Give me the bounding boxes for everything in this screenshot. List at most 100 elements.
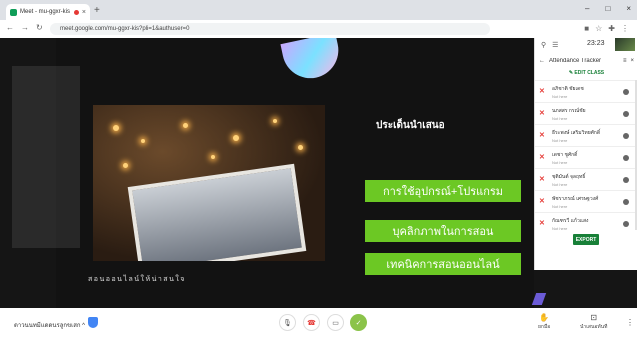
student-name: ชุติมันต์ จุลฤทธิ์	[552, 173, 586, 180]
slide-item-2: บุคลิกภาพในการสอน	[365, 220, 521, 242]
clock: 23:23	[587, 40, 605, 47]
meeting-name[interactable]: ดาวนนทมีแดดนรลูกขเสก ^	[14, 320, 85, 330]
status-toggle-icon[interactable]	[623, 88, 629, 95]
edit-class-label: EDIT CLASS	[574, 70, 605, 76]
menu-icon[interactable]: ⋮	[621, 24, 629, 33]
status-toggle-icon[interactable]	[623, 154, 629, 161]
present-label: นำเสนอทันที	[580, 324, 608, 330]
student-text: ชุติมันต์ จุลฤทธิ์ Not here	[552, 173, 623, 187]
absent-x-icon: ✕	[539, 132, 545, 139]
security-shield-icon[interactable]	[88, 317, 98, 328]
student-text: นภสสร กรณ์ชัย Not here	[552, 107, 623, 121]
close-icon[interactable]: ×	[630, 58, 634, 64]
raise-hand-label: ยกมือ	[538, 324, 551, 330]
window-controls: – □ ×	[585, 4, 631, 13]
student-text: กัณฑรวี แก้วแสง Not here	[552, 217, 623, 231]
student-row[interactable]: ✕ เดชา ชูศักดิ์ Not here	[535, 146, 635, 168]
new-tab-button[interactable]: +	[94, 5, 100, 16]
maximize-button[interactable]: □	[605, 4, 610, 13]
camera-button[interactable]: ▭	[327, 314, 344, 331]
decorative-lens-shape	[280, 38, 344, 84]
minimize-button[interactable]: –	[585, 4, 589, 13]
back-icon[interactable]: ←	[6, 23, 14, 32]
close-window-button[interactable]: ×	[626, 4, 631, 13]
browser-tab[interactable]: Meet - mu-ggxr-kis ×	[6, 4, 90, 20]
meet-favicon-icon	[10, 8, 17, 16]
student-status: Not here	[552, 181, 568, 187]
absent-x-icon: ✕	[539, 88, 545, 95]
status-toggle-icon[interactable]	[623, 220, 629, 227]
status-toggle-icon[interactable]	[623, 110, 629, 117]
slide-item-1: การใช้อุปกรณ์+โปรแกรม	[365, 180, 521, 202]
status-toggle-icon[interactable]	[623, 198, 629, 205]
forward-icon[interactable]: →	[21, 23, 29, 32]
chat-icon[interactable]: ☰	[552, 41, 558, 49]
people-icon[interactable]: ⚲	[541, 41, 546, 49]
student-list: ✕ อภิชาติ ชัยเดช Not here ✕ นภสสร กรณ์ชัย Not…	[535, 80, 635, 230]
star-icon[interactable]: ☆	[595, 24, 602, 33]
student-text: เดชา ชูศักดิ์ Not here	[552, 151, 623, 165]
back-arrow-icon[interactable]: ←	[539, 58, 545, 64]
nav-buttons: ← → ↻	[6, 23, 43, 32]
student-text: ธีระพงษ์ เสริมวิทยศักดิ์ Not here	[552, 129, 623, 143]
student-status: Not here	[552, 137, 568, 143]
student-name: กัณฑรวี แก้วแสง	[552, 217, 589, 224]
address-bar-row: ← → ↻ meet.google.com/mu-ggxr-kis?pli=1&…	[0, 20, 637, 39]
student-text: อภิชาติ ชัยเดช Not here	[552, 85, 623, 99]
extension-puzzle-icon[interactable]: ✚	[608, 24, 615, 33]
student-row[interactable]: ✕ พัชราภรณ์ เศรษฐวงศ์ Not here	[535, 190, 635, 212]
hand-icon: ✋	[539, 313, 550, 322]
absent-x-icon: ✕	[539, 154, 545, 161]
student-name: อภิชาติ ชัยเดช	[552, 85, 584, 92]
more-options-icon[interactable]: ⋮	[626, 318, 634, 327]
browser-tab-strip: Meet - mu-ggxr-kis × + – □ ×	[0, 0, 637, 20]
absent-x-icon: ✕	[539, 220, 545, 227]
present-button[interactable]: ⊡ นำเสนอทันที	[580, 313, 607, 331]
camera-icon: ▭	[332, 319, 339, 327]
status-toggle-icon[interactable]	[623, 132, 629, 139]
slide-photo	[93, 105, 325, 261]
panel-title: Attendance Tracker	[549, 58, 602, 64]
sort-icon[interactable]: ≡	[623, 58, 627, 64]
check-icon: ✓	[355, 319, 362, 327]
slide-caption: สอนออนไลน์ให้น่าสนใจ	[88, 276, 186, 283]
student-name: เดชา ชูศักดิ์	[552, 151, 578, 158]
student-row[interactable]: ✕ ธีระพงษ์ เสริมวิทยศักดิ์ Not here	[535, 124, 635, 146]
raise-hand-button[interactable]: ✋ ยกมือ	[538, 313, 550, 331]
absent-x-icon: ✕	[539, 198, 545, 205]
reload-icon[interactable]: ↻	[36, 23, 43, 32]
extension-icon[interactable]: ■	[584, 24, 589, 33]
student-status: Not here	[552, 115, 568, 121]
mic-icon: 🎙	[283, 319, 292, 327]
present-icon: ⊡	[590, 313, 598, 322]
student-status: Not here	[552, 93, 568, 99]
absent-x-icon: ✕	[539, 176, 545, 183]
student-row[interactable]: ✕ นภสสร กรณ์ชัย Not here	[535, 102, 635, 124]
student-name: ธีระพงษ์ เสริมวิทยศักดิ์	[552, 129, 601, 136]
student-status: Not here	[552, 159, 568, 165]
export-button[interactable]: EXPORT	[573, 234, 599, 245]
absent-x-icon: ✕	[539, 110, 545, 117]
student-status: Not here	[552, 203, 568, 209]
extension-toggle-button[interactable]: ✓	[350, 314, 367, 331]
student-row[interactable]: ✕ กัณฑรวี แก้วแสง Not here	[535, 212, 635, 230]
end-call-button[interactable]: ☎	[303, 314, 320, 331]
photo-print	[127, 163, 307, 261]
presentation-slide: สอนออนไลน์ให้น่าสนใจ ประเด็นนำเสนอ การใช…	[56, 38, 534, 308]
student-name: พัชราภรณ์ เศรษฐวงศ์	[552, 195, 599, 202]
edit-class-button[interactable]: ✎ EDIT CLASS	[535, 70, 637, 76]
recording-indicator-icon	[73, 9, 79, 15]
phone-hangup-icon: ☎	[307, 319, 316, 327]
mic-button[interactable]: 🎙	[279, 314, 296, 331]
slide-item-3: เทคนิคการสอนออนไลน์	[365, 253, 521, 275]
close-tab-icon[interactable]: ×	[82, 9, 86, 16]
self-view-thumbnail[interactable]	[615, 38, 635, 51]
student-status: Not here	[552, 225, 568, 231]
student-row[interactable]: ✕ อภิชาติ ชัยเดช Not here	[535, 80, 635, 102]
student-row[interactable]: ✕ ชุติมันต์ จุลฤทธิ์ Not here	[535, 168, 635, 190]
status-toggle-icon[interactable]	[623, 176, 629, 183]
tab-title: Meet - mu-ggxr-kis	[20, 9, 71, 15]
extension-icons: ■ ☆ ✚ ⋮	[584, 24, 629, 33]
url-field[interactable]: meet.google.com/mu-ggxr-kis?pli=1&authus…	[50, 23, 490, 35]
slide-heading: ประเด็นนำเสนอ	[376, 120, 445, 131]
